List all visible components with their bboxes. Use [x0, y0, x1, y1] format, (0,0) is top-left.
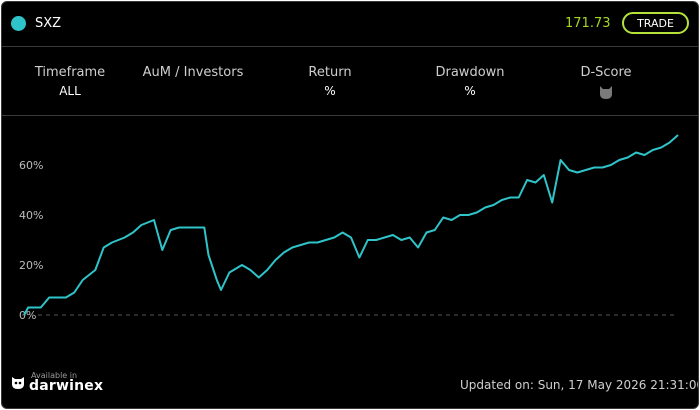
darwinex-logo-icon — [12, 377, 24, 389]
brand-name[interactable]: darwinex — [29, 378, 103, 394]
updated-timestamp: Updated on: Sun, 17 May 2026 21:31:00 GM… — [460, 378, 699, 392]
equity-line — [23, 134, 679, 316]
equity-chart[interactable] — [2, 2, 698, 408]
darwin-widget: SXZ 171.73 TRADE Timeframe ALL AuM / Inv… — [1, 1, 699, 409]
